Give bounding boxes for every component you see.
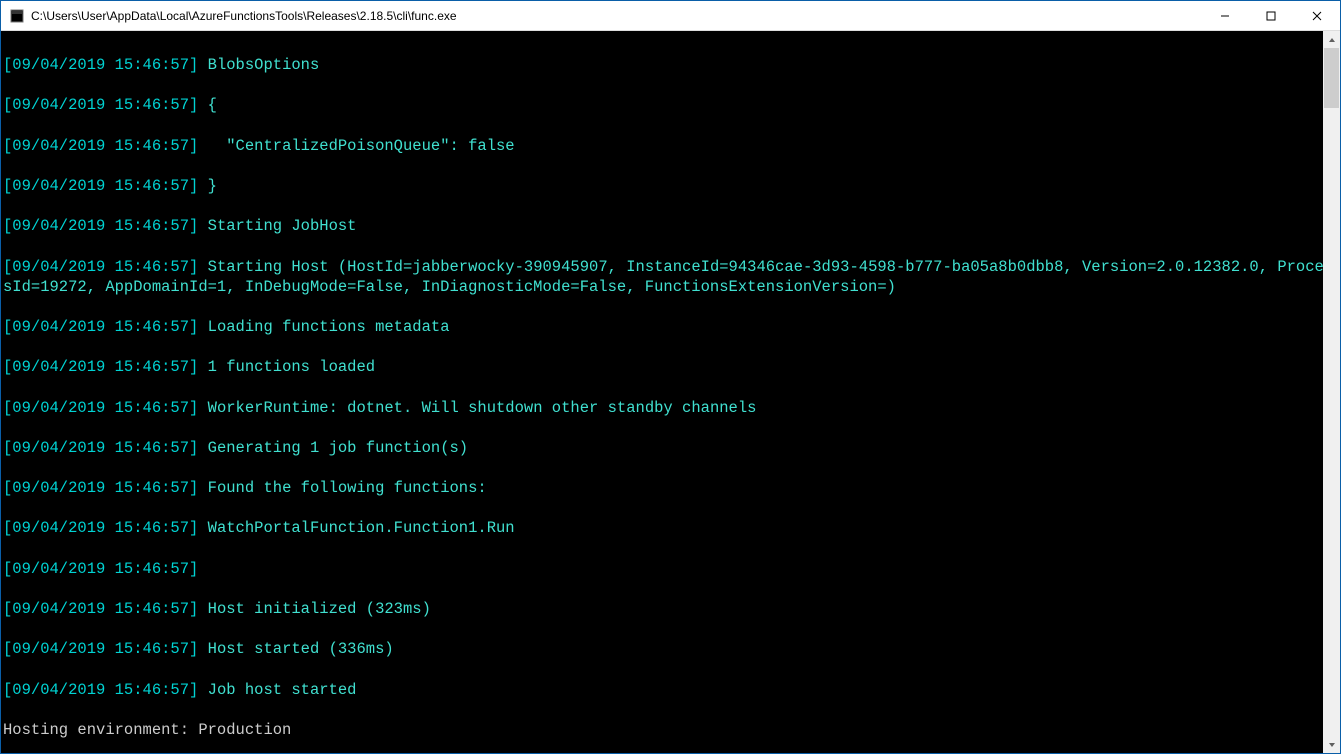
scrollbar[interactable] [1323,31,1340,753]
log-message: Starting JobHost [208,217,357,235]
timestamp: [09/04/2019 15:46:57] [3,258,198,276]
maximize-button[interactable] [1248,1,1294,31]
log-message: Job host started [208,681,357,699]
log-message: Host started (336ms) [208,640,394,658]
timestamp: [09/04/2019 15:46:57] [3,318,198,336]
app-icon [9,8,25,24]
log-message: Hosting environment: Production [3,720,1340,740]
timestamp: [09/04/2019 15:46:57] [3,137,198,155]
log-message: WorkerRuntime: dotnet. Will shutdown oth… [208,399,757,417]
timestamp: [09/04/2019 15:46:57] [3,681,198,699]
timestamp: [09/04/2019 15:46:57] [3,358,198,376]
timestamp: [09/04/2019 15:46:57] [3,560,198,578]
log-message: Found the following functions: [208,479,487,497]
close-button[interactable] [1294,1,1340,31]
timestamp: [09/04/2019 15:46:57] [3,96,198,114]
log-message: 1 functions loaded [208,358,375,376]
log-message: BlobsOptions [208,56,320,74]
log-message: Host initialized (323ms) [208,600,431,618]
log-message: Generating 1 job function(s) [208,439,468,457]
timestamp: [09/04/2019 15:46:57] [3,519,198,537]
log-message: "CentralizedPoisonQueue": false [208,137,515,155]
titlebar[interactable]: C:\Users\User\AppData\Local\AzureFunctio… [1,1,1340,31]
log-message: { [208,96,217,114]
console-output[interactable]: [09/04/2019 15:46:57] BlobsOptions [09/0… [1,31,1340,753]
timestamp: [09/04/2019 15:46:57] [3,439,198,457]
window-title: C:\Users\User\AppData\Local\AzureFunctio… [31,9,1202,23]
log-message: } [208,177,217,195]
scrollbar-thumb[interactable] [1324,48,1339,108]
timestamp: [09/04/2019 15:46:57] [3,600,198,618]
timestamp: [09/04/2019 15:46:57] [3,640,198,658]
window-controls [1202,1,1340,31]
log-message: Starting Host (HostId=jabberwocky-390945… [3,258,1333,296]
scroll-up-button[interactable] [1323,31,1340,48]
window-frame: C:\Users\User\AppData\Local\AzureFunctio… [0,0,1341,754]
timestamp: [09/04/2019 15:46:57] [3,217,198,235]
timestamp: [09/04/2019 15:46:57] [3,177,198,195]
log-message: Loading functions metadata [208,318,450,336]
log-message: WatchPortalFunction.Function1.Run [208,519,515,537]
timestamp: [09/04/2019 15:46:57] [3,399,198,417]
minimize-button[interactable] [1202,1,1248,31]
timestamp: [09/04/2019 15:46:57] [3,56,198,74]
timestamp: [09/04/2019 15:46:57] [3,479,198,497]
scroll-down-button[interactable] [1323,736,1340,753]
